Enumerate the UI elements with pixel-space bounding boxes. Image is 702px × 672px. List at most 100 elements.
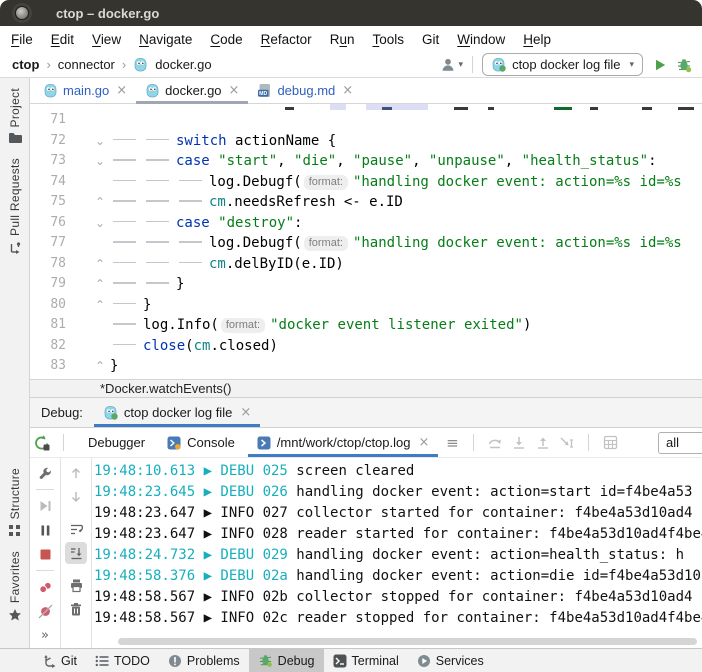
mute-breakpoints-icon[interactable]: [34, 600, 56, 622]
token: }: [110, 358, 118, 374]
window-control-icon[interactable]: [15, 6, 29, 20]
tool-window-stripe: Project Pull Requests Structure Favorites: [0, 78, 30, 648]
token: cm: [209, 256, 226, 272]
toolbar-divider: [63, 434, 64, 451]
view-breakpoints-icon[interactable]: [34, 576, 56, 598]
menu-edit[interactable]: Edit: [42, 32, 83, 47]
fold-down-icon[interactable]: ⌄: [66, 151, 110, 172]
debug-tab--mnt-work-ctop-ctop-log[interactable]: /mnt/work/ctop/ctop.log×: [246, 428, 441, 457]
toolbar-right: ▾ ctop docker log file ▾: [440, 53, 694, 76]
code-text: close(cm.closed): [110, 336, 702, 357]
editor-tab-debug-md[interactable]: MDdebug.md×: [248, 78, 362, 103]
token: ): [523, 317, 531, 333]
menu-help[interactable]: Help: [514, 32, 560, 47]
fold-up-icon[interactable]: ⌃: [66, 356, 110, 377]
token: ,: [336, 153, 353, 169]
run-config-selector[interactable]: ctop docker log file ▾: [482, 53, 643, 76]
breadcrumb-item-ctop[interactable]: ctop: [12, 57, 39, 72]
horizontal-scrollbar[interactable]: [118, 638, 697, 645]
close-icon[interactable]: ×: [229, 83, 240, 98]
stripe-label-structure[interactable]: Structure: [8, 468, 22, 519]
editor-tab-docker-go[interactable]: docker.go ×: [136, 78, 248, 103]
fold-up-icon[interactable]: ⌃: [66, 254, 110, 275]
stripe-label-favorites[interactable]: Favorites: [8, 551, 22, 603]
editor-tab-label: docker.go: [165, 83, 221, 98]
menu-run[interactable]: Run: [321, 32, 364, 47]
tool-window-button-services[interactable]: Services: [408, 649, 493, 672]
menu-navigate[interactable]: Navigate: [130, 32, 201, 47]
next-occurrence-icon[interactable]: [65, 486, 87, 508]
fold-down-icon[interactable]: ⌄: [66, 213, 110, 234]
resume-program-icon[interactable]: [34, 495, 56, 517]
breadcrumb-item-docker.go[interactable]: docker.go: [155, 57, 211, 72]
code-line: 74log.Debugf(format:"handling docker eve…: [30, 172, 702, 193]
scroll-to-end-icon[interactable]: [65, 542, 87, 564]
token: "handling docker event: action=%s id=%s: [353, 235, 682, 251]
menu-window[interactable]: Window: [448, 32, 514, 47]
menu-git[interactable]: Git: [413, 32, 448, 47]
breadcrumb-separator: ›: [122, 57, 126, 72]
menu-view[interactable]: View: [83, 32, 130, 47]
tool-window-button-debug[interactable]: Debug: [249, 649, 324, 672]
debug-tab-label: Debugger: [88, 435, 145, 450]
run-config-label: ctop docker log file: [512, 57, 620, 72]
line-number: 78: [30, 254, 66, 275]
project-icon[interactable]: [8, 132, 22, 144]
favorites-icon[interactable]: [8, 608, 22, 622]
debug-tab-console[interactable]: Console: [156, 428, 246, 457]
close-icon[interactable]: ×: [116, 83, 127, 98]
tool-window-button-terminal[interactable]: Terminal: [324, 649, 408, 672]
breadcrumb-item-connector[interactable]: connector: [58, 57, 115, 72]
tab-whitespace-icon: [110, 131, 143, 145]
layout-menu-icon[interactable]: ≡: [440, 431, 464, 455]
log-output[interactable]: 19:48:10.613 ▶ DEBU 025 screen cleared19…: [92, 458, 702, 648]
log-filter-select[interactable]: all: [658, 432, 702, 454]
code-editor[interactable]: 7172⌄switch actionName {73⌄case "start",…: [30, 104, 702, 379]
menu-file[interactable]: File: [2, 32, 42, 47]
menu-refactor[interactable]: Refactor: [252, 32, 321, 47]
pull-request-icon[interactable]: [8, 241, 22, 255]
debug-tab-debugger[interactable]: Debugger: [77, 428, 156, 457]
fold-up-icon[interactable]: ⌃: [66, 274, 110, 295]
soft-wrap-icon[interactable]: [65, 518, 87, 540]
avatar-dropdown-icon[interactable]: ▾: [459, 60, 464, 70]
tool-window-button-problems[interactable]: Problems: [159, 649, 249, 672]
git-icon: [42, 654, 56, 668]
debug-session-tab[interactable]: ctop docker log file ×: [94, 398, 260, 427]
structure-icon[interactable]: [8, 524, 21, 537]
close-icon[interactable]: ×: [240, 405, 251, 420]
step-out-icon[interactable]: [531, 431, 555, 455]
fold-up-icon[interactable]: ⌃: [66, 295, 110, 316]
user-avatar-icon[interactable]: [440, 57, 456, 73]
editor-tab-main-go[interactable]: main.go×: [34, 78, 136, 103]
stripe-label-pull-requests[interactable]: Pull Requests: [8, 158, 22, 236]
stripe-label-project[interactable]: Project: [8, 88, 22, 127]
debug-button[interactable]: [676, 57, 692, 73]
clear-console-icon[interactable]: [65, 598, 87, 620]
prev-occurrence-icon[interactable]: [65, 462, 87, 484]
settings-wrench-icon[interactable]: [34, 462, 56, 484]
tool-window-button-git[interactable]: Git: [33, 649, 86, 672]
pause-program-icon[interactable]: [34, 519, 56, 541]
more-actions-icon[interactable]: »: [34, 624, 56, 646]
rerun-button[interactable]: [30, 431, 54, 455]
menu-tools[interactable]: Tools: [363, 32, 413, 47]
step-over-icon[interactable]: [483, 431, 507, 455]
stop-button[interactable]: [34, 543, 56, 565]
menu-code[interactable]: Code: [201, 32, 251, 47]
line-number: 82: [30, 336, 66, 357]
step-into-icon[interactable]: [507, 431, 531, 455]
run-to-cursor-icon[interactable]: [555, 431, 579, 455]
close-icon[interactable]: ×: [342, 83, 353, 98]
evaluate-expression-icon[interactable]: [598, 431, 622, 455]
line-number: 79: [30, 274, 66, 295]
fold-up-icon[interactable]: ⌃: [66, 192, 110, 213]
fold-down-icon[interactable]: ⌄: [66, 131, 110, 152]
tool-window-button-todo[interactable]: TODO: [86, 649, 159, 672]
run-button[interactable]: [653, 58, 667, 72]
print-console-icon[interactable]: [65, 574, 87, 596]
token: ,: [505, 153, 522, 169]
close-icon[interactable]: ×: [418, 435, 429, 450]
code-line: 73⌄case "start", "die", "pause", "unpaus…: [30, 151, 702, 172]
line-number: 74: [30, 172, 66, 193]
